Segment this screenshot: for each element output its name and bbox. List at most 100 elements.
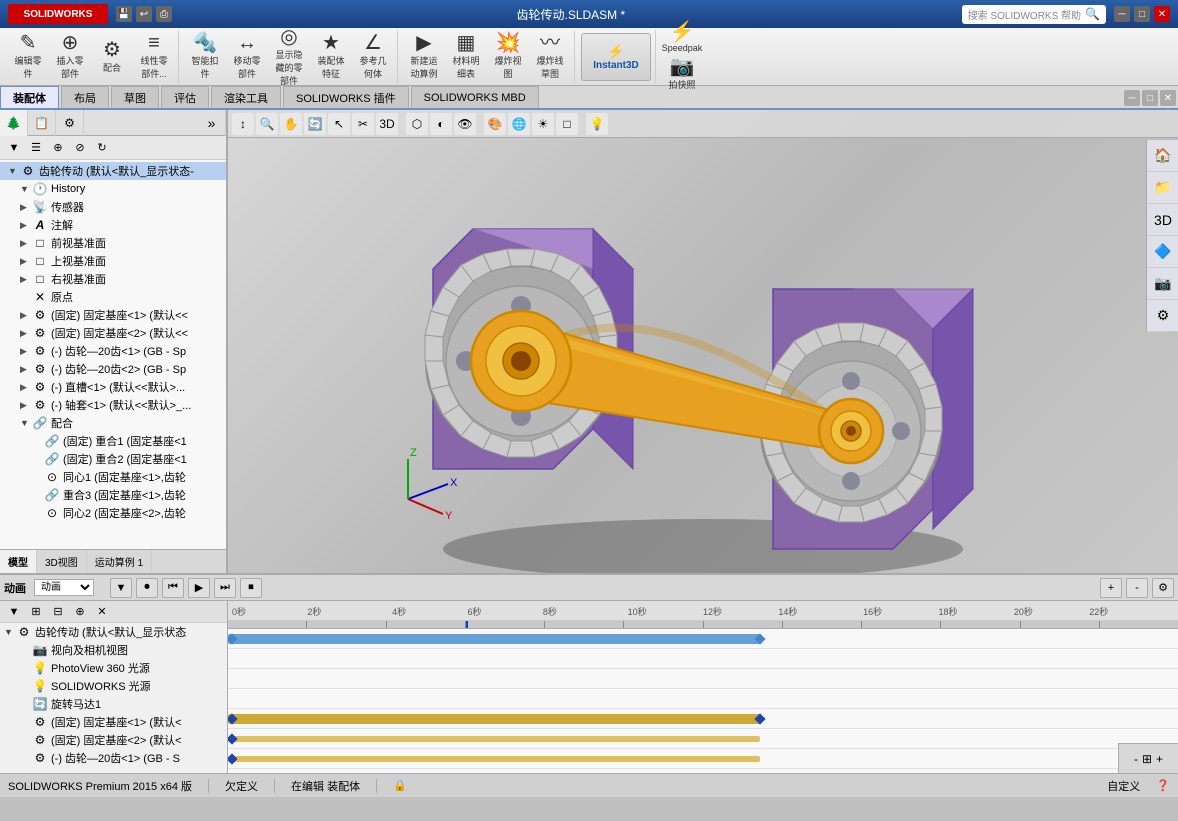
- maximize-btn[interactable]: □: [1134, 6, 1150, 22]
- history-expand[interactable]: ▼: [20, 184, 32, 194]
- panel-restore-btn[interactable]: □: [1142, 90, 1158, 106]
- toolbar-snapshot[interactable]: 📷 拍快照: [662, 56, 702, 92]
- anim-btn-prev[interactable]: ⏮: [162, 578, 184, 598]
- tb-icon4[interactable]: ↻: [92, 138, 112, 158]
- tree-root[interactable]: ▼ ⚙ 齿轮传动 (默认<默认_显示状态-: [0, 162, 226, 180]
- anim-btn-filter[interactable]: ▼: [110, 578, 132, 598]
- tab-evaluate[interactable]: 评估: [161, 86, 209, 108]
- toolbar-ref-geometry[interactable]: ∠ 参考几何体: [353, 37, 393, 77]
- filter-btn[interactable]: ▼: [4, 138, 24, 158]
- anim-btn-next[interactable]: ⏭: [214, 578, 236, 598]
- tab-sw-mbd[interactable]: SOLIDWORKS MBD: [411, 86, 539, 108]
- anim-filter-btn[interactable]: ▼: [4, 602, 24, 622]
- tl-zoom-out[interactable]: -: [1134, 752, 1138, 766]
- tl-zoom-fit[interactable]: ⊞: [1142, 752, 1152, 766]
- toolbar-edit-part[interactable]: ✎ 编辑零件: [8, 37, 48, 77]
- bottom-tab-model[interactable]: 模型: [0, 550, 37, 573]
- right-icon-model[interactable]: 🔷: [1147, 236, 1178, 268]
- toolbar-mate[interactable]: ⚙ 配合: [92, 37, 132, 77]
- tab-sw-plugins[interactable]: SOLIDWORKS 插件: [283, 86, 409, 108]
- anim-photoview-light[interactable]: 💡 PhotoView 360 光源: [0, 659, 227, 677]
- tree-gear2[interactable]: ▶ ⚙ (-) 齿轮—20齿<2> (GB - Sp: [0, 360, 226, 378]
- panel-tab-tree[interactable]: 🌲: [0, 110, 28, 136]
- toolbar-assembly-feature[interactable]: ★ 装配体特征: [311, 37, 351, 77]
- vp-btn-zoom-fit[interactable]: ↕: [232, 113, 254, 135]
- toolbar-explode-view[interactable]: 💥 爆炸视图: [488, 37, 528, 77]
- vp-btn-select[interactable]: ↖: [328, 113, 350, 135]
- tree-mate2[interactable]: 🔗 (固定) 重合2 (固定基座<1: [0, 450, 226, 468]
- panel-collapse-btn[interactable]: »: [198, 110, 226, 136]
- anim-fixed1[interactable]: ⚙ (固定) 固定基座<1> (默认<: [0, 713, 227, 731]
- status-help-icon[interactable]: ❓: [1156, 779, 1170, 792]
- anim-btn-zoom-out[interactable]: -: [1126, 578, 1148, 598]
- right-icon-folder[interactable]: 📁: [1147, 172, 1178, 204]
- tb-icon2[interactable]: ⊕: [48, 138, 68, 158]
- tab-assembly[interactable]: 装配体: [0, 86, 59, 108]
- root-expand-arrow[interactable]: ▼: [8, 166, 20, 176]
- tree-mates[interactable]: ▼ 🔗 配合: [0, 414, 226, 432]
- toolbar-move-component[interactable]: ↔ 移动零部件: [227, 37, 267, 77]
- anim-tb1[interactable]: ⊞: [26, 602, 46, 622]
- close-btn[interactable]: ✕: [1154, 6, 1170, 22]
- tree-mate1[interactable]: 🔗 (固定) 重合1 (固定基座<1: [0, 432, 226, 450]
- animation-type-select[interactable]: 动画 基本运动: [34, 579, 94, 596]
- panel-tab-config[interactable]: ⚙: [56, 110, 84, 136]
- toolbar-insert-part[interactable]: ⊕ 插入零部件: [50, 37, 90, 77]
- mates-expand[interactable]: ▼: [20, 418, 32, 428]
- tb-icon1[interactable]: ☰: [26, 138, 46, 158]
- tree-history[interactable]: ▼ 🕐 History: [0, 180, 226, 198]
- quick-save-btn[interactable]: 💾: [116, 6, 132, 22]
- anim-tree-root[interactable]: ▼ ⚙ 齿轮传动 (默认<默认_显示状态: [0, 623, 227, 641]
- toolbar-smart-fasteners[interactable]: 🔩 智能扣件: [185, 37, 225, 77]
- tree-bushing[interactable]: ▶ ⚙ (-) 轴套<1> (默认<<默认>_...: [0, 396, 226, 414]
- tree-concentric2[interactable]: ⊙ 同心2 (固定基座<2>,齿轮: [0, 504, 226, 522]
- right-icon-3d[interactable]: 3D: [1147, 204, 1178, 236]
- anim-btn-play[interactable]: ▶: [188, 578, 210, 598]
- tab-sketch[interactable]: 草图: [111, 86, 159, 108]
- tree-origin[interactable]: ✕ 原点: [0, 288, 226, 306]
- anim-btn-zoom-in[interactable]: +: [1100, 578, 1122, 598]
- panel-minimize-btn[interactable]: ─: [1124, 90, 1140, 106]
- toolbar-explode-line[interactable]: 〰 爆炸线草图: [530, 37, 570, 77]
- panel-tab-property[interactable]: 📋: [28, 110, 56, 136]
- anim-sw-light[interactable]: 💡 SOLIDWORKS 光源: [0, 677, 227, 695]
- toolbar-show-hidden[interactable]: ◎ 显示隐藏的零部件: [269, 37, 309, 77]
- anim-gear1[interactable]: ⚙ (-) 齿轮—20齿<1> (GB - S: [0, 749, 227, 767]
- anim-tb4[interactable]: ✕: [92, 602, 112, 622]
- tb-icon3[interactable]: ⊘: [70, 138, 90, 158]
- anim-btn-stop[interactable]: ⏹: [240, 578, 262, 598]
- minimize-btn[interactable]: ─: [1114, 6, 1130, 22]
- toolbar-linear-part[interactable]: ≡ 线性零部件...: [134, 37, 174, 77]
- tree-mate3[interactable]: 🔗 重合3 (固定基座<1>,齿轮: [0, 486, 226, 504]
- vp-btn-rotate[interactable]: 🔄: [304, 113, 326, 135]
- anim-fixed2[interactable]: ⚙ (固定) 固定基座<2> (默认<: [0, 731, 227, 749]
- vp-btn-pan[interactable]: ✋: [280, 113, 302, 135]
- instant3d-button[interactable]: ⚡ Instant3D: [581, 33, 651, 81]
- anim-tb2[interactable]: ⊟: [48, 602, 68, 622]
- tree-right-plane[interactable]: ▶ □ 右视基准面: [0, 270, 226, 288]
- anim-btn-record[interactable]: ⏺: [136, 578, 158, 598]
- panel-close-btn[interactable]: ✕: [1160, 90, 1176, 106]
- tab-layout[interactable]: 布局: [61, 86, 109, 108]
- bottom-tab-motion[interactable]: 运动算例 1: [87, 550, 152, 573]
- tree-fixed-base2[interactable]: ▶ ⚙ (固定) 固定基座<2> (默认<<: [0, 324, 226, 342]
- anim-motor[interactable]: 🔄 旋转马达1: [0, 695, 227, 713]
- anim-camera-view[interactable]: 📷 视向及相机视图: [0, 641, 227, 659]
- toolbar-new-motion[interactable]: ▶ 新建运动算例: [404, 37, 444, 77]
- tab-render[interactable]: 渲染工具: [211, 86, 281, 108]
- tl-zoom-in[interactable]: +: [1156, 752, 1163, 766]
- right-icon-home[interactable]: 🏠: [1147, 140, 1178, 172]
- right-icon-settings[interactable]: ⚙: [1147, 300, 1178, 332]
- bottom-tab-3dview[interactable]: 3D视图: [37, 550, 87, 573]
- toolbar-speedpak[interactable]: ⚡ Speedpak: [662, 21, 702, 54]
- tree-sensor[interactable]: ▶ 📡 传感器: [0, 198, 226, 216]
- tree-front-plane[interactable]: ▶ □ 前视基准面: [0, 234, 226, 252]
- tree-annotation[interactable]: ▶ A 注解: [0, 216, 226, 234]
- anim-btn-settings[interactable]: ⚙: [1152, 578, 1174, 598]
- quick-print-btn[interactable]: ⎙: [156, 6, 172, 22]
- tree-concentric1[interactable]: ⊙ 同心1 (固定基座<1>,齿轮: [0, 468, 226, 486]
- tree-slot[interactable]: ▶ ⚙ (-) 直槽<1> (默认<<默认>...: [0, 378, 226, 396]
- tree-gear1[interactable]: ▶ ⚙ (-) 齿轮—20齿<1> (GB - Sp: [0, 342, 226, 360]
- tree-top-plane[interactable]: ▶ □ 上视基准面: [0, 252, 226, 270]
- toolbar-bom[interactable]: ▦ 材料明细表: [446, 37, 486, 77]
